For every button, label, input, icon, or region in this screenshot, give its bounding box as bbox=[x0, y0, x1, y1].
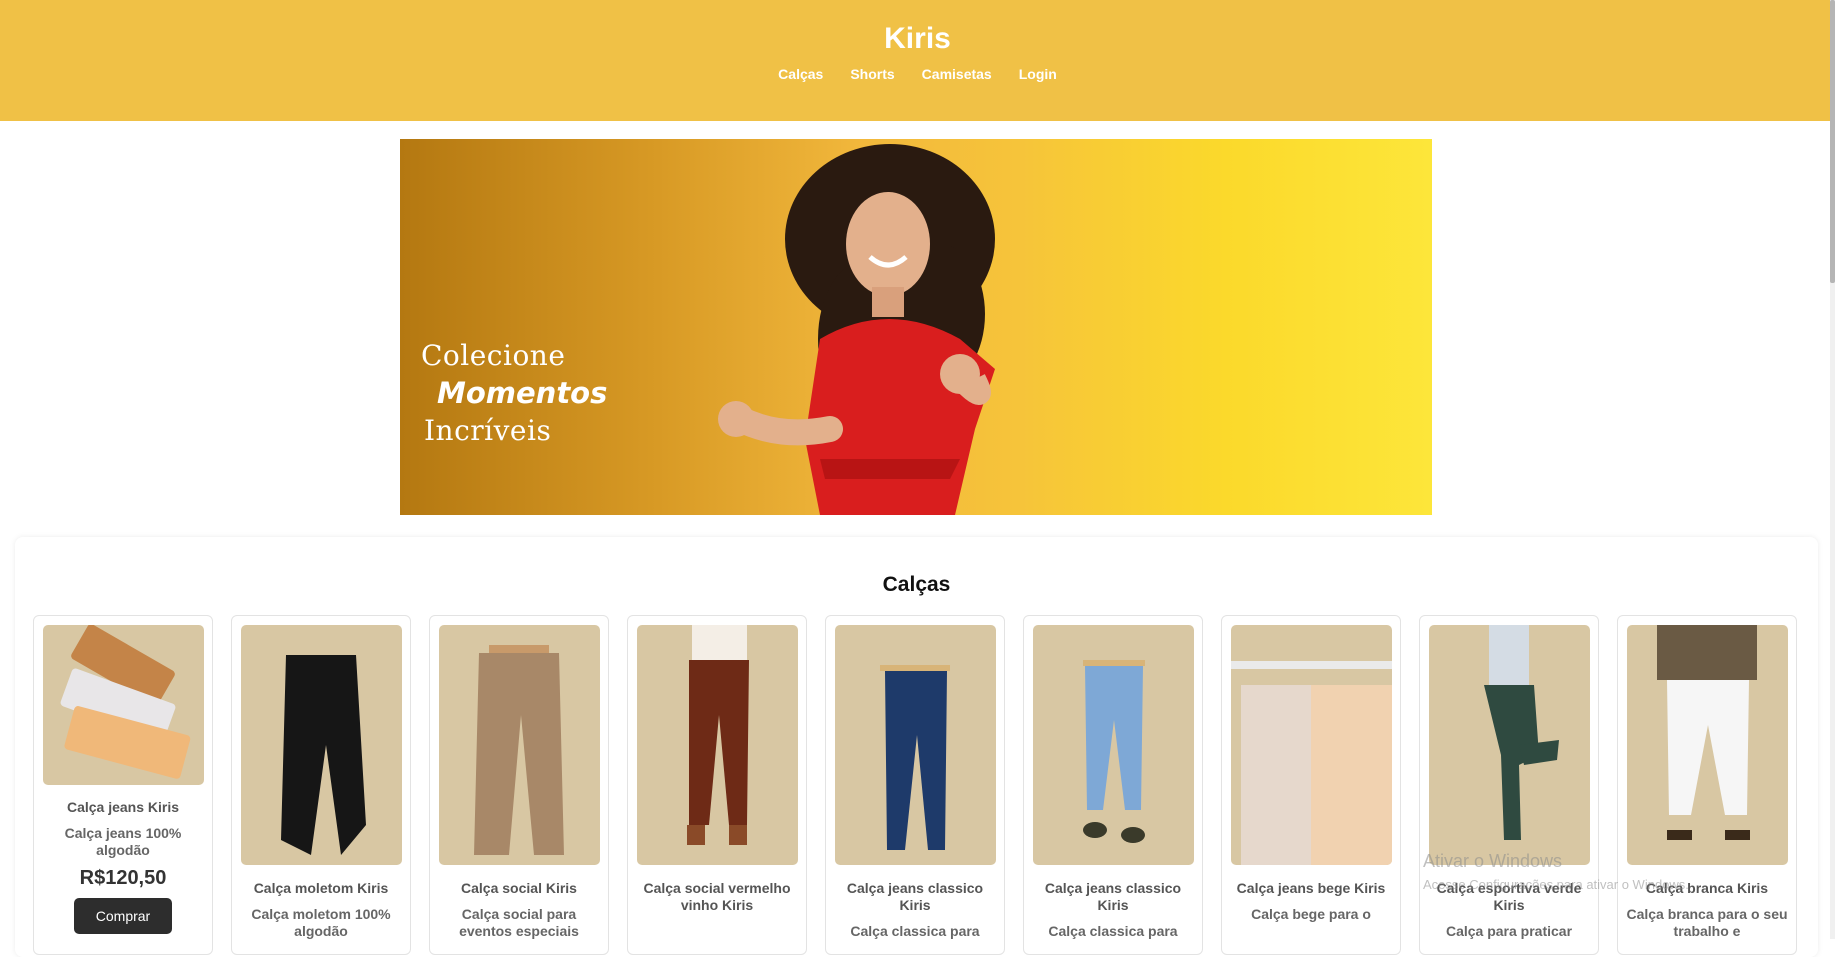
product-list: Calça jeans Kiris Calça jeans 100% algod… bbox=[33, 615, 1797, 955]
product-image[interactable] bbox=[439, 625, 600, 865]
product-card[interactable]: Calça jeans Kiris Calça jeans 100% algod… bbox=[33, 615, 213, 955]
product-name: Calça jeans Kiris bbox=[66, 799, 180, 815]
nav-calcas[interactable]: Calças bbox=[778, 66, 823, 82]
tan-trousers-image bbox=[474, 645, 564, 855]
product-card[interactable]: Calça esportiva verde Kiris Calça para p… bbox=[1419, 615, 1599, 955]
product-info: Calça jeans classico Kiris Calça classic… bbox=[1032, 880, 1194, 940]
product-name: Calça social vermelho vinho Kiris bbox=[643, 880, 791, 913]
product-info: Calça jeans bege Kiris Calça bege para o bbox=[1230, 880, 1392, 923]
product-name: Calça jeans classico Kiris bbox=[846, 880, 984, 913]
product-image[interactable] bbox=[241, 625, 402, 865]
product-info: Calça moletom Kiris Calça moletom 100% a… bbox=[240, 880, 402, 940]
site-header: Kiris Calças Shorts Camisetas Login bbox=[0, 0, 1835, 121]
hero-tagline: Colecione Momentos Incríveis bbox=[421, 339, 607, 447]
hero-line-1: Colecione bbox=[421, 339, 566, 372]
product-name: Calça moletom Kiris bbox=[253, 880, 389, 896]
hero-line-2: Momentos bbox=[437, 376, 608, 410]
product-card[interactable]: Calça social vermelho vinho Kiris bbox=[627, 615, 807, 955]
product-image[interactable] bbox=[1429, 625, 1590, 865]
product-price: R$120,50 bbox=[79, 867, 167, 889]
green-sport-pants-image bbox=[1484, 625, 1559, 840]
brand-logo[interactable]: Kiris bbox=[0, 22, 1835, 56]
black-sweatpants-image bbox=[281, 655, 366, 855]
folded-pants-image bbox=[60, 625, 191, 779]
product-image[interactable] bbox=[43, 625, 204, 785]
buy-button[interactable]: Comprar bbox=[74, 898, 172, 934]
product-image[interactable] bbox=[1627, 625, 1788, 865]
light-jeans-image bbox=[1083, 660, 1145, 843]
products-section: Calças Calça jeans Kiris Calça jeans 100… bbox=[15, 537, 1818, 957]
product-info: Calça social Kiris Calça social para eve… bbox=[438, 880, 600, 940]
product-info: Calça social vermelho vinho Kiris bbox=[636, 880, 798, 923]
product-image[interactable] bbox=[1033, 625, 1194, 865]
product-image[interactable] bbox=[637, 625, 798, 865]
product-name: Calça jeans classico Kiris bbox=[1044, 880, 1182, 913]
product-card[interactable]: Calça jeans classico Kiris Calça classic… bbox=[825, 615, 1005, 955]
nav-shorts[interactable]: Shorts bbox=[850, 66, 894, 82]
product-image[interactable] bbox=[1231, 625, 1392, 865]
main-nav: Calças Shorts Camisetas Login bbox=[0, 66, 1835, 82]
beige-jeans-image bbox=[1231, 661, 1392, 865]
product-description: Calça para praticar bbox=[1445, 923, 1573, 939]
product-card[interactable]: Calça branca Kiris Calça branca para o s… bbox=[1617, 615, 1797, 955]
product-name: Calça jeans bege Kiris bbox=[1236, 880, 1386, 896]
product-info: Calça jeans Kiris Calça jeans 100% algod… bbox=[42, 799, 204, 934]
product-card[interactable]: Calça jeans classico Kiris Calça classic… bbox=[1023, 615, 1203, 955]
dark-jeans-image bbox=[880, 665, 950, 850]
page-scrollbar[interactable] bbox=[1830, 0, 1835, 939]
nav-login[interactable]: Login bbox=[1019, 66, 1057, 82]
product-description: Calça moletom 100% algodão bbox=[251, 906, 391, 939]
product-image[interactable] bbox=[835, 625, 996, 865]
nav-camisetas[interactable]: Camisetas bbox=[922, 66, 992, 82]
product-description: Calça classica para bbox=[850, 923, 980, 939]
product-card[interactable]: Calça jeans bege Kiris Calça bege para o bbox=[1221, 615, 1401, 955]
scrollbar-thumb[interactable] bbox=[1830, 0, 1835, 283]
windows-activation-subtitle: Acesse Configurações para ativar o Windo… bbox=[1423, 877, 1689, 892]
product-description: Calça social para eventos especiais bbox=[459, 906, 579, 939]
product-description: Calça bege para o bbox=[1251, 906, 1371, 922]
hero-model-illustration bbox=[718, 144, 995, 515]
product-card[interactable]: Calça moletom Kiris Calça moletom 100% a… bbox=[231, 615, 411, 955]
product-description: Calça jeans 100% algodão bbox=[64, 825, 182, 858]
hero-line-3: Incríveis bbox=[424, 414, 552, 447]
product-info: Calça jeans classico Kiris Calça classic… bbox=[834, 880, 996, 940]
white-pants-image bbox=[1657, 625, 1757, 840]
product-description: Calça classica para bbox=[1048, 923, 1178, 939]
windows-activation-title: Ativar o Windows bbox=[1423, 851, 1563, 871]
hero-banner: Colecione Momentos Incríveis bbox=[400, 139, 1432, 515]
product-card[interactable]: Calça social Kiris Calça social para eve… bbox=[429, 615, 609, 955]
product-description: Calça branca para o seu trabalho e bbox=[1626, 906, 1788, 939]
product-name: Calça social Kiris bbox=[461, 880, 577, 896]
section-title: Calças bbox=[882, 573, 951, 596]
burgundy-trousers-image bbox=[687, 625, 749, 845]
